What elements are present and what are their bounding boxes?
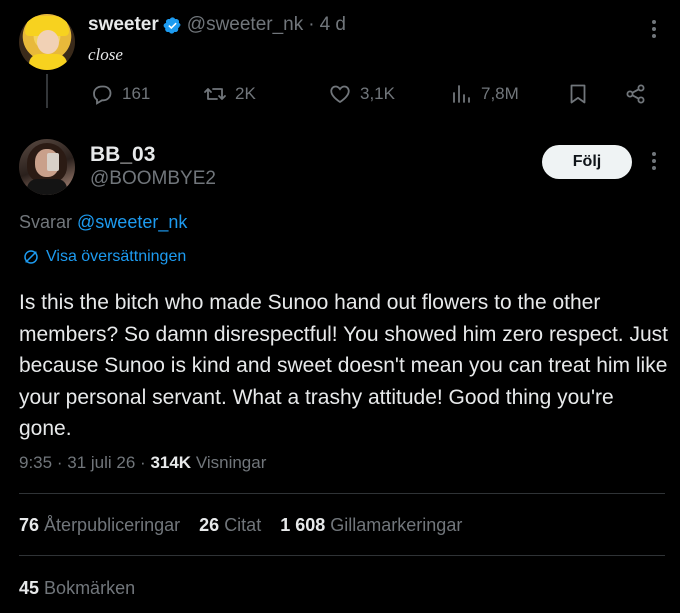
more-options-icon[interactable] (646, 152, 662, 170)
parent-tweet-header: sweeter @sweeter_nk · 4 d (88, 14, 346, 36)
verified-badge-icon (163, 16, 181, 34)
bookmarks-count: 45 (19, 578, 40, 598)
engagement-stats: 76 Återpubliceringar 26 Citat 1 608 Gill… (19, 515, 476, 536)
reposts-stat[interactable]: 76 Återpubliceringar (19, 515, 180, 536)
follow-button[interactable]: Följ (542, 145, 632, 179)
quotes-label: Citat (224, 515, 262, 535)
handle[interactable]: @sweeter_nk (187, 14, 303, 36)
translate-icon (24, 250, 38, 264)
show-translation-link[interactable]: Visa översättningen (22, 248, 186, 266)
views-count: 314K (150, 453, 192, 472)
display-name[interactable]: sweeter (88, 14, 159, 36)
more-options-icon[interactable] (646, 20, 662, 38)
tweet-text: Is this the bitch who made Sunoo hand ou… (19, 291, 668, 440)
views-count: 7,8M (481, 84, 519, 103)
reply-button[interactable]: 161 (90, 82, 150, 106)
retweet-icon (204, 88, 226, 100)
likes-label: Gillamarkeringar (330, 515, 463, 535)
share-button[interactable] (624, 82, 656, 106)
replying-to: Svarar @sweeter_nk (19, 212, 187, 233)
like-button[interactable]: 3,1K (328, 82, 395, 106)
likes-stat[interactable]: 1 608 Gillamarkeringar (280, 515, 462, 536)
time-separator: · (308, 14, 315, 35)
tweet-metadata: 9:35 · 31 juli 26 · 314K Visningar (19, 453, 266, 473)
bookmarks-stat[interactable]: 45 Bokmärken (19, 578, 135, 599)
meta-separator: · (56, 453, 63, 472)
views-chart-icon (453, 85, 470, 103)
retweet-count: 2K (235, 84, 256, 103)
display-name[interactable]: BB_03 (90, 143, 155, 167)
views-label: Visningar (195, 453, 267, 472)
reply-count: 161 (122, 84, 151, 103)
replying-to-handle-link[interactable]: @sweeter_nk (77, 212, 187, 232)
avatar[interactable] (19, 139, 75, 195)
tweet-text: close (88, 45, 123, 64)
tweet-date[interactable]: 31 juli 26 (67, 453, 135, 472)
meta-separator: · (140, 453, 146, 472)
timestamp[interactable]: 4 d (320, 14, 346, 36)
tweet-time[interactable]: 9:35 (19, 453, 52, 472)
quotes-count: 26 (199, 515, 220, 535)
avatar[interactable] (19, 14, 75, 70)
retweet-button[interactable]: 2K (203, 82, 256, 106)
show-translation-label: Visa översättningen (46, 248, 187, 265)
divider (19, 555, 665, 556)
replying-to-prefix: Svarar (19, 212, 73, 232)
reposts-count: 76 (19, 515, 40, 535)
like-count: 3,1K (360, 84, 395, 103)
quotes-stat[interactable]: 26 Citat (199, 515, 261, 536)
likes-count: 1 608 (280, 515, 326, 535)
reposts-label: Återpubliceringar (44, 515, 181, 535)
handle[interactable]: @BOOMBYE2 (90, 168, 216, 190)
divider (19, 493, 665, 494)
reply-icon (93, 85, 112, 105)
share-icon (626, 84, 645, 104)
heart-icon (330, 85, 350, 104)
views-button[interactable]: 7,8M (449, 82, 519, 106)
bookmark-icon (570, 84, 586, 104)
tweet-actions: 161 2K 3,1K 7,8M (0, 80, 680, 110)
bookmark-button[interactable] (566, 82, 598, 106)
bookmarks-label: Bokmärken (44, 578, 136, 598)
